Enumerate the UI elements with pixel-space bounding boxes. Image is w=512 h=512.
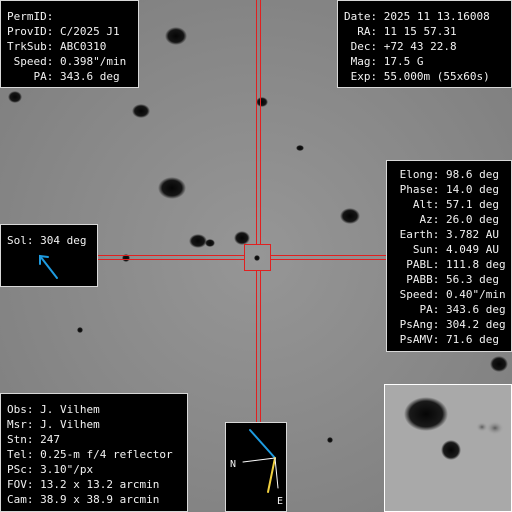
obs-row: Obs: J. Vilhem <box>7 403 100 416</box>
date-row: Date: 2025 11 13.16008 <box>344 10 490 23</box>
inset-bright-star <box>404 397 448 431</box>
psc-row: PSc: 3.10"/px <box>7 463 94 476</box>
tel-row: Tel: 0.25-m f/4 reflector <box>7 448 173 461</box>
star <box>189 234 207 248</box>
star <box>340 208 360 224</box>
star <box>296 145 304 151</box>
star <box>132 104 150 118</box>
star <box>158 177 186 199</box>
cam-row: Cam: 38.9 x 38.9 arcmin <box>7 493 160 506</box>
inset-target <box>441 440 461 460</box>
star <box>165 27 187 45</box>
star <box>234 231 250 245</box>
stn-row: Stn: 247 <box>7 433 60 446</box>
alt-row: Alt: 57.1 deg <box>393 198 499 211</box>
zoom-inset <box>384 384 512 512</box>
permid-row: PermID: <box>7 10 54 23</box>
compass-panel: N E <box>225 422 287 512</box>
inset-faint-star <box>486 421 504 435</box>
star <box>327 437 333 443</box>
east-tick <box>274 457 279 489</box>
msr-row: Msr: J. Vilhem <box>7 418 100 431</box>
star <box>205 239 215 247</box>
trksub-row: TrkSub: ABC0310 <box>7 40 107 53</box>
north-label: N <box>230 459 237 470</box>
sun-direction-arrow-icon <box>39 254 58 279</box>
star <box>77 327 83 333</box>
observer-panel: Obs: J. Vilhem Msr: J. Vilhem Stn: 247 T… <box>0 393 188 512</box>
image-viewer[interactable]: PermID: ProvID: C/2025 J1 TrkSub: ABC031… <box>0 0 512 512</box>
az-row: Az: 26.0 deg <box>393 213 499 226</box>
north-tick <box>242 457 276 463</box>
sun-direction-panel: Sol: 304 deg <box>0 224 98 287</box>
psamv-row: PsAMV: 71.6 deg <box>393 333 499 346</box>
star <box>490 356 508 372</box>
north-arrow <box>249 429 276 459</box>
mag-row: Mag: 17.5 G <box>344 55 424 68</box>
inset-faint-star <box>476 422 488 432</box>
astrometry-panel: Date: 2025 11 13.16008 RA: 11 15 57.31 D… <box>337 0 512 88</box>
east-arrow <box>267 457 276 493</box>
zoom-inset-image <box>385 385 511 511</box>
earth-row: Earth: 3.782 AU <box>393 228 499 241</box>
elong-row: Elong: 98.6 deg <box>393 168 499 181</box>
pabb-row: PABB: 56.3 deg <box>393 273 499 286</box>
speed-row: Speed: 0.40"/min <box>393 288 506 301</box>
ra-row: RA: 11 15 57.31 <box>344 25 457 38</box>
east-label: E <box>277 496 284 507</box>
speed-row: Speed: 0.398"/min <box>7 55 127 68</box>
phase-row: Phase: 14.0 deg <box>393 183 499 196</box>
pa-row: PA: 343.6 deg <box>393 303 506 316</box>
target-object <box>254 255 260 261</box>
sun-row: Sun: 4.049 AU <box>393 243 499 256</box>
dec-row: Dec: +72 43 22.8 <box>344 40 457 53</box>
pabl-row: PABL: 111.8 deg <box>393 258 506 271</box>
object-id-panel: PermID: ProvID: C/2025 J1 TrkSub: ABC031… <box>0 0 139 88</box>
geometry-panel: Elong: 98.6 deg Phase: 14.0 deg Alt: 57.… <box>386 160 512 352</box>
provid-row: ProvID: C/2025 J1 <box>7 25 120 38</box>
fov-row: FOV: 13.2 x 13.2 arcmin <box>7 478 160 491</box>
sol-label: Sol: 304 deg <box>7 234 87 247</box>
star <box>256 97 268 107</box>
exp-row: Exp: 55.000m (55x60s) <box>344 70 490 83</box>
pa-row: PA: 343.6 deg <box>7 70 120 83</box>
psang-row: PsAng: 304.2 deg <box>393 318 506 331</box>
star <box>8 91 22 103</box>
